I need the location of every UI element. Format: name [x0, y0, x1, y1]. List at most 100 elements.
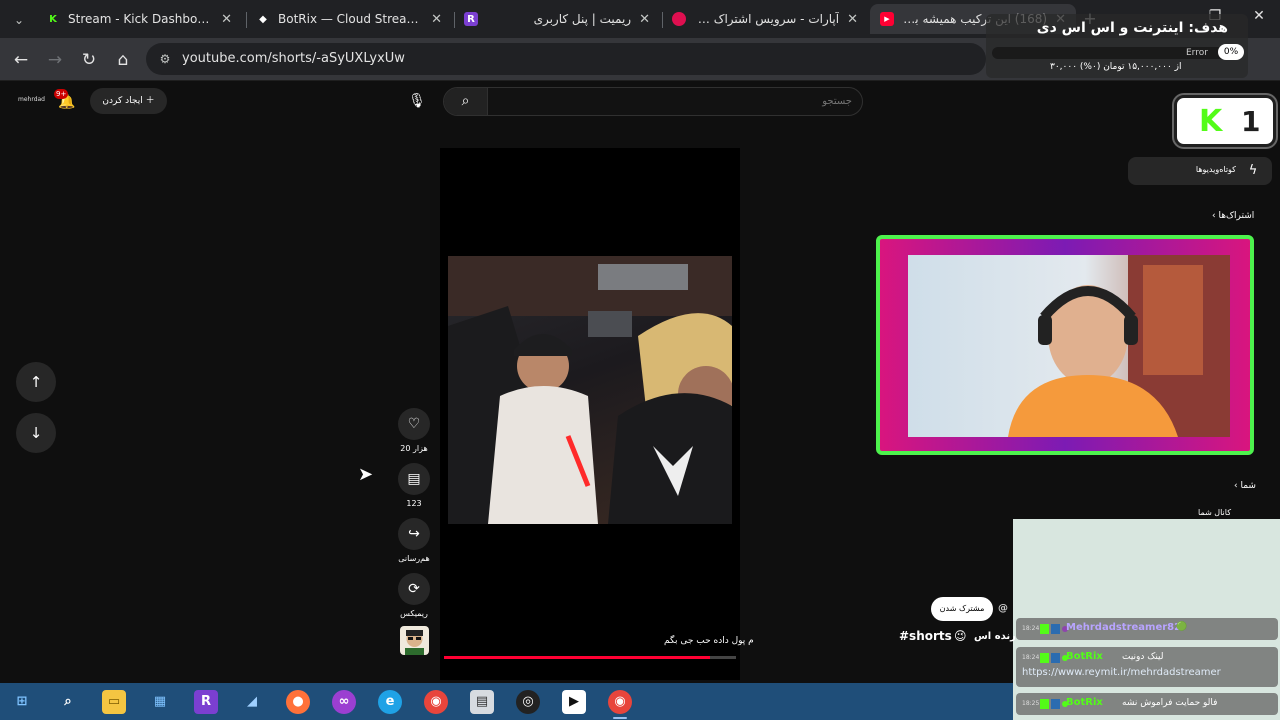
account-avatar[interactable]: mehrdad — [18, 92, 45, 108]
tab-search-chevron-icon[interactable]: ⌄ — [8, 9, 30, 31]
create-button[interactable]: ایجاد کردن ＋ — [90, 88, 167, 114]
forward-arrow-icon[interactable]: → — [44, 49, 66, 71]
chat-timestamp: 18:24 — [1022, 625, 1040, 632]
tab-title: آپارات - سرویس اشتراک ویدیو — [694, 12, 840, 26]
chevron-left-icon: ‹ — [1234, 481, 1238, 491]
site-settings-icon[interactable]: ⚙ — [156, 50, 174, 68]
youtube-search-box[interactable]: ⌕ — [443, 87, 863, 116]
goal-percent-badge: 0% — [1218, 44, 1244, 60]
kick-favicon-icon: K — [49, 13, 57, 25]
smile-emoji-icon: 😉 — [954, 629, 967, 643]
botrix-favicon-icon: ◆ — [259, 13, 267, 25]
youtube-favicon-icon: ▶ — [880, 12, 894, 26]
create-label: ایجاد کردن — [102, 96, 143, 106]
obs-studio-icon[interactable]: ◎ — [516, 690, 540, 714]
chat-message-text: لینک دونیت — [1122, 652, 1164, 662]
windows-start-icon[interactable]: ⊞ — [10, 690, 34, 714]
tab-close-icon[interactable]: ✕ — [221, 12, 232, 27]
chat-message-text: فالو حمایت فراموش نشه — [1122, 698, 1218, 708]
goal-title: هدف: اینترنت و اس اس دی — [1036, 20, 1228, 36]
short-title-tail: رنده اس — [974, 631, 1016, 642]
streamer-webcam-illustration — [1008, 255, 1230, 437]
short-video-frame[interactable] — [448, 256, 732, 524]
you-label: شما — [1240, 481, 1256, 491]
windows-taskbar: ⊞ ⌕ ▭ ▦ R ◢ ● ∞ e ◉ ▤ ◎ ▶ ◉ — [0, 683, 1013, 720]
voice-app-icon[interactable]: ∞ — [332, 690, 356, 714]
share-label: هم‌رسانی — [398, 554, 430, 563]
heart-icon: ♡ — [407, 416, 421, 432]
subscriptions-label: اشتراک‌ها — [1218, 211, 1255, 221]
chrome-active-icon[interactable]: ◉ — [608, 690, 632, 714]
firefox-icon[interactable]: ● — [286, 690, 310, 714]
chat-badges-icon — [1040, 623, 1068, 635]
search-icon[interactable]: ⌕ — [444, 88, 488, 115]
chat-timestamp: 18:25 — [1022, 700, 1040, 707]
goal-error-text: Error — [1186, 48, 1208, 58]
chat-emote-icon: 🟢 — [1176, 622, 1188, 632]
address-bar[interactable]: ⚙ youtube.com/shorts/-aSyUXLyxUw — [146, 43, 986, 75]
share-button[interactable]: ↪ — [398, 518, 430, 550]
reymit-favicon-icon: R — [464, 12, 478, 26]
url-text: youtube.com/shorts/-aSyUXLyxUw — [182, 51, 405, 66]
terminal-app-icon[interactable]: ▶ — [562, 690, 586, 714]
tab-close-icon[interactable]: ✕ — [431, 12, 442, 27]
goal-amount: ۳۰,۰۰۰ از ۱۵,۰۰۰,۰۰۰ تومان (۰%) — [1050, 62, 1182, 72]
chat-donate-link[interactable]: https://www.reymit.ir/mehrdadstreamer — [1022, 667, 1221, 678]
studio-scene-illustration — [448, 256, 732, 524]
sidebar-item-your-channel[interactable]: کانال شما — [1198, 508, 1231, 517]
next-short-down-arrow-icon[interactable]: ↓ — [16, 413, 56, 453]
video-progress-bar[interactable] — [444, 656, 736, 659]
reymit-app-icon[interactable]: R — [194, 690, 218, 714]
window-close-icon[interactable]: ✕ — [1244, 8, 1274, 24]
channel-avatar[interactable] — [400, 626, 429, 655]
notifications-bell-icon[interactable]: 🔔 9+ — [54, 89, 78, 112]
chrome-icon[interactable]: ◉ — [424, 690, 448, 714]
tab-aparat[interactable]: آپارات - سرویس اشتراک ویدیو ✕ — [662, 4, 868, 34]
plus-icon: ＋ — [145, 96, 155, 106]
explorer-grid-icon[interactable]: ▤ — [470, 690, 494, 714]
channel-handle[interactable]: @ — [998, 603, 1008, 614]
store-icon[interactable]: ▦ — [148, 690, 172, 714]
edge-browser-icon[interactable]: e — [378, 690, 402, 714]
remix-label: ریمیکس — [400, 609, 428, 618]
donation-goal-widget: هدف: اینترنت و اس اس دی Error 0% ۳۰,۰۰۰ … — [986, 14, 1248, 78]
azure-app-icon[interactable]: ◢ — [240, 690, 264, 714]
home-icon[interactable]: ⌂ — [112, 49, 134, 71]
sidebar-item-shorts[interactable]: کوتاه‌ویدیوها ϟ — [1128, 157, 1272, 185]
reload-icon[interactable]: ↻ — [78, 49, 100, 71]
sidebar-subscriptions-heading[interactable]: ‹ اشتراک‌ها — [1212, 211, 1254, 221]
mouse-cursor-icon: ➤ — [358, 464, 374, 485]
comment-count: 123 — [406, 499, 422, 508]
file-explorer-icon[interactable]: ▭ — [102, 690, 126, 714]
voice-search-mic-icon[interactable]: 🎙 — [405, 89, 429, 113]
search-icon[interactable]: ⌕ — [56, 690, 80, 714]
chat-message: 18:24 Mehrdadstreamer82 🟢 — [1016, 618, 1278, 640]
sidebar-you-heading[interactable]: ‹ شما — [1234, 481, 1256, 491]
like-count: 20 هزار — [400, 444, 428, 453]
share-arrow-icon: ↪ — [408, 526, 420, 542]
chat-badges-icon — [1040, 698, 1068, 710]
hashtag-link[interactable]: #shorts — [899, 629, 952, 643]
back-arrow-icon[interactable]: ← — [10, 49, 32, 71]
sidebar-item-label: کوتاه‌ویدیوها — [1195, 165, 1236, 174]
like-button[interactable]: ♡ — [398, 408, 430, 440]
kick-logo-icon: K — [1199, 104, 1223, 139]
chat-username: BotRix — [1066, 651, 1103, 662]
search-input[interactable] — [492, 88, 852, 115]
tab-botrix[interactable]: ◆ BotRix — Cloud Streaming B ✕ — [246, 4, 452, 34]
chat-timestamp: 18:24 — [1022, 654, 1040, 661]
previous-short-up-arrow-icon[interactable]: ↑ — [16, 362, 56, 402]
tab-close-icon[interactable]: ✕ — [847, 12, 858, 27]
webcam-overlay-frame — [876, 235, 1254, 455]
screen: ⌄ K Stream - Kick Dashboard ✕ ◆ BotRix —… — [0, 0, 1280, 720]
chat-badges-icon — [1040, 652, 1068, 664]
comments-button[interactable]: ▤ — [398, 463, 430, 495]
tab-kick-dashboard[interactable]: K Stream - Kick Dashboard ✕ — [36, 4, 242, 34]
subscribe-button[interactable]: مشترک شدن — [931, 597, 993, 621]
notification-badge: 9+ — [54, 89, 69, 99]
chat-message: 18:25 BotRix فالو حمایت فراموش نشه — [1016, 693, 1278, 715]
tab-reymit-panel[interactable]: R ریمیت | پنل کاربری ✕ — [454, 4, 660, 34]
video-progress-fill — [444, 656, 710, 659]
remix-button[interactable]: ⟳ — [398, 573, 430, 605]
tab-close-icon[interactable]: ✕ — [639, 12, 650, 27]
